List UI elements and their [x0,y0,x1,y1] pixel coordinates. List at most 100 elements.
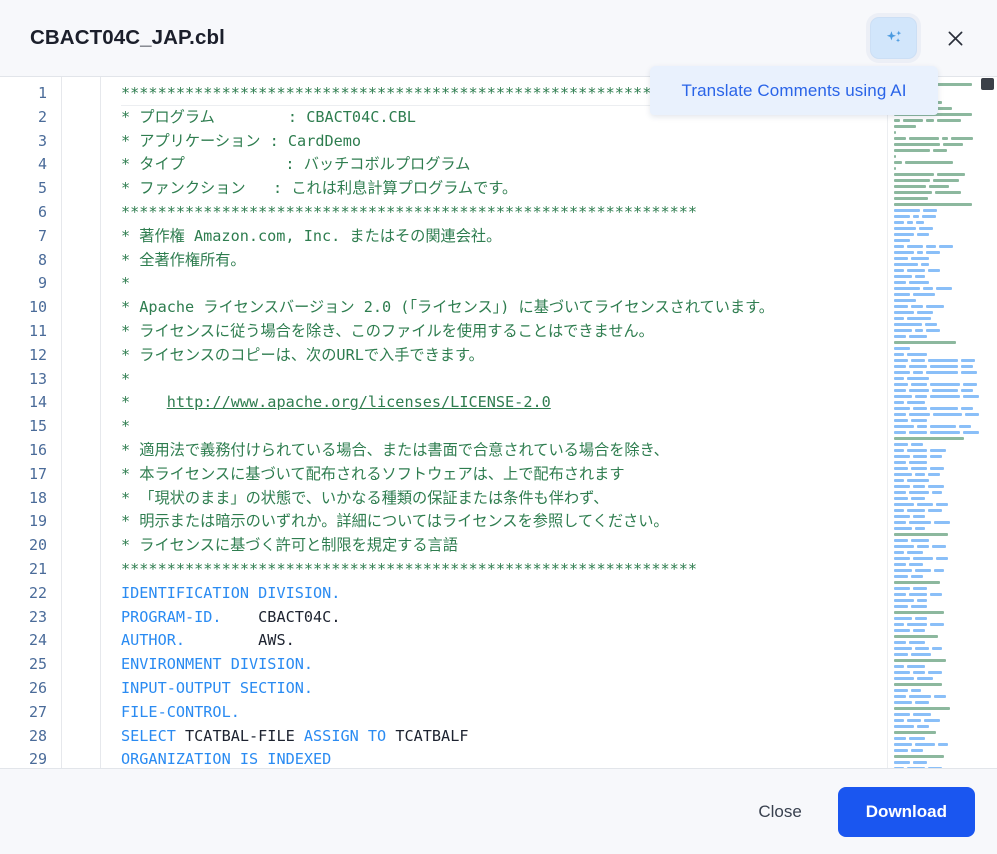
minimap-segment [894,232,914,236]
fold-marker[interactable] [62,487,100,511]
fold-marker[interactable] [62,344,100,368]
code-line[interactable]: * http://www.apache.org/licenses/LICENSE… [121,391,997,415]
fold-marker[interactable] [62,153,100,177]
minimap-segment [894,184,926,188]
fold-marker[interactable] [62,629,100,653]
minimap-segment [905,100,909,104]
fold-marker[interactable] [62,320,100,344]
fold-marker[interactable] [62,272,100,296]
fold-marker[interactable] [62,606,100,630]
fold-marker[interactable] [62,653,100,677]
vertical-scrollbar-thumb[interactable] [981,78,994,90]
fold-marker[interactable] [62,558,100,582]
code-line[interactable]: AUTHOR. AWS. [121,629,997,653]
minimap-segment [894,496,908,500]
minimap-segment [942,136,948,140]
code-line[interactable]: * タイプ : バッチコボルプログラム [121,153,997,177]
fold-marker[interactable] [62,82,100,106]
minimap-segment [907,376,929,380]
minimap-segment [917,250,923,254]
code-line[interactable]: INPUT-OUTPUT SECTION. [121,677,997,701]
fold-marker[interactable] [62,677,100,701]
fold-marker[interactable] [62,177,100,201]
minimap-segment [908,412,931,416]
fold-marker[interactable] [62,130,100,154]
minimap-segment [929,184,949,188]
code-line[interactable]: * 本ライセンスに基づいて配布されるソフトウェアは、上で配布されます [121,463,997,487]
line-number: 19 [28,512,47,531]
minimap-segment [913,370,923,374]
fold-marker[interactable] [62,582,100,606]
code-token-lnk[interactable]: http://www.apache.org/licenses/LICENSE-2… [167,393,551,411]
vertical-scrollbar-track[interactable] [979,77,997,768]
fold-marker[interactable] [62,725,100,749]
code-line[interactable]: * [121,368,997,392]
code-line[interactable]: * ライセンスに従う場合を除き、このファイルを使用することはできません。 [121,320,997,344]
code-line[interactable]: ENVIRONMENT DIVISION. [121,653,997,677]
code-editor[interactable]: 1 2 3 4 5 6 7 8 9 10 11 12 13 14 15 16 17 18 19 20 21 22 23 24 2… [0,76,997,769]
fold-marker[interactable] [62,201,100,225]
fold-marker[interactable] [62,463,100,487]
minimap-segment [937,172,965,176]
code-line[interactable]: FILE-CONTROL. [121,701,997,725]
code-line[interactable]: * アプリケーション : CardDemo [121,130,997,154]
fold-marker[interactable] [62,534,100,558]
code-line[interactable]: * 明示または暗示のいずれか。詳細についてはライセンスを参照してください。 [121,510,997,534]
minimap-segment [911,496,925,500]
translate-comments-ai-button[interactable] [870,17,917,59]
code-line[interactable]: IDENTIFICATION DIVISION. [121,582,997,606]
code-minimap[interactable] [887,77,979,768]
fold-marker[interactable] [62,415,100,439]
minimap-segment [915,568,931,572]
minimap-segment [913,586,927,590]
code-line[interactable]: * プログラム : CBACT04C.CBL [121,106,997,130]
code-fold-gutter[interactable] [62,77,101,768]
page-title: CBACT04C_JAP.cbl [30,26,225,49]
code-line[interactable]: ORGANIZATION IS INDEXED [121,748,997,768]
code-line[interactable]: ****************************************… [121,82,997,106]
fold-marker[interactable] [62,249,100,273]
code-line[interactable]: PROGRAM-ID. CBACT04C. [121,606,997,630]
minimap-segment [921,262,929,266]
code-line[interactable]: * 適用法で義務付けられている場合、または書面で合意されている場合を除き、 [121,439,997,463]
fold-marker[interactable] [62,439,100,463]
code-token-cm: * [121,393,167,412]
minimap-segment [894,556,910,560]
minimap-segment [894,160,902,164]
code-line[interactable]: * [121,415,997,439]
minimap-segment [894,382,908,386]
code-line[interactable]: * 「現状のまま」の状態で、いかなる種類の保証または条件も伴わず、 [121,487,997,511]
fold-marker[interactable] [62,701,100,725]
fold-marker[interactable] [62,391,100,415]
minimap-segment [894,298,916,302]
code-token-id: AWS. [185,631,295,650]
code-content[interactable]: ****************************************… [101,77,997,768]
code-line[interactable]: * 全著作権所有。 [121,249,997,273]
close-dialog-button[interactable] [935,18,975,58]
code-line[interactable]: SELECT TCATBAL-FILE ASSIGN TO TCATBALF [121,725,997,749]
fold-marker[interactable] [62,225,100,249]
download-button[interactable]: Download [837,786,975,837]
minimap-segment [930,622,944,626]
minimap-segment [915,472,925,476]
line-number: 17 [28,464,47,483]
minimap-segment [911,748,923,752]
fold-marker[interactable] [62,106,100,130]
fold-marker[interactable] [62,510,100,534]
code-line[interactable]: * ライセンスに基づく許可と制限を規定する言語 [121,534,997,558]
code-line[interactable]: * 著作権 Amazon.com, Inc. またはその関連会社。 [121,225,997,249]
code-line[interactable]: * ライセンスのコピーは、次のURLで入手できます。 [121,344,997,368]
fold-marker[interactable] [62,368,100,392]
code-line[interactable]: * [121,272,997,296]
code-line[interactable]: * Apache ライセンスバージョン 2.0 (「ライセンス」) に基づいてラ… [121,296,997,320]
code-line[interactable]: * ファンクション : これは利息計算プログラムです。 [121,177,997,201]
minimap-segment [928,670,942,674]
minimap-segment [909,736,925,740]
fold-marker[interactable] [62,296,100,320]
minimap-segment [930,454,942,458]
code-line[interactable]: ****************************************… [121,201,997,225]
minimap-segment [914,88,936,92]
code-line[interactable]: ****************************************… [121,558,997,582]
fold-marker[interactable] [62,748,100,768]
close-button[interactable]: Close [744,792,815,832]
